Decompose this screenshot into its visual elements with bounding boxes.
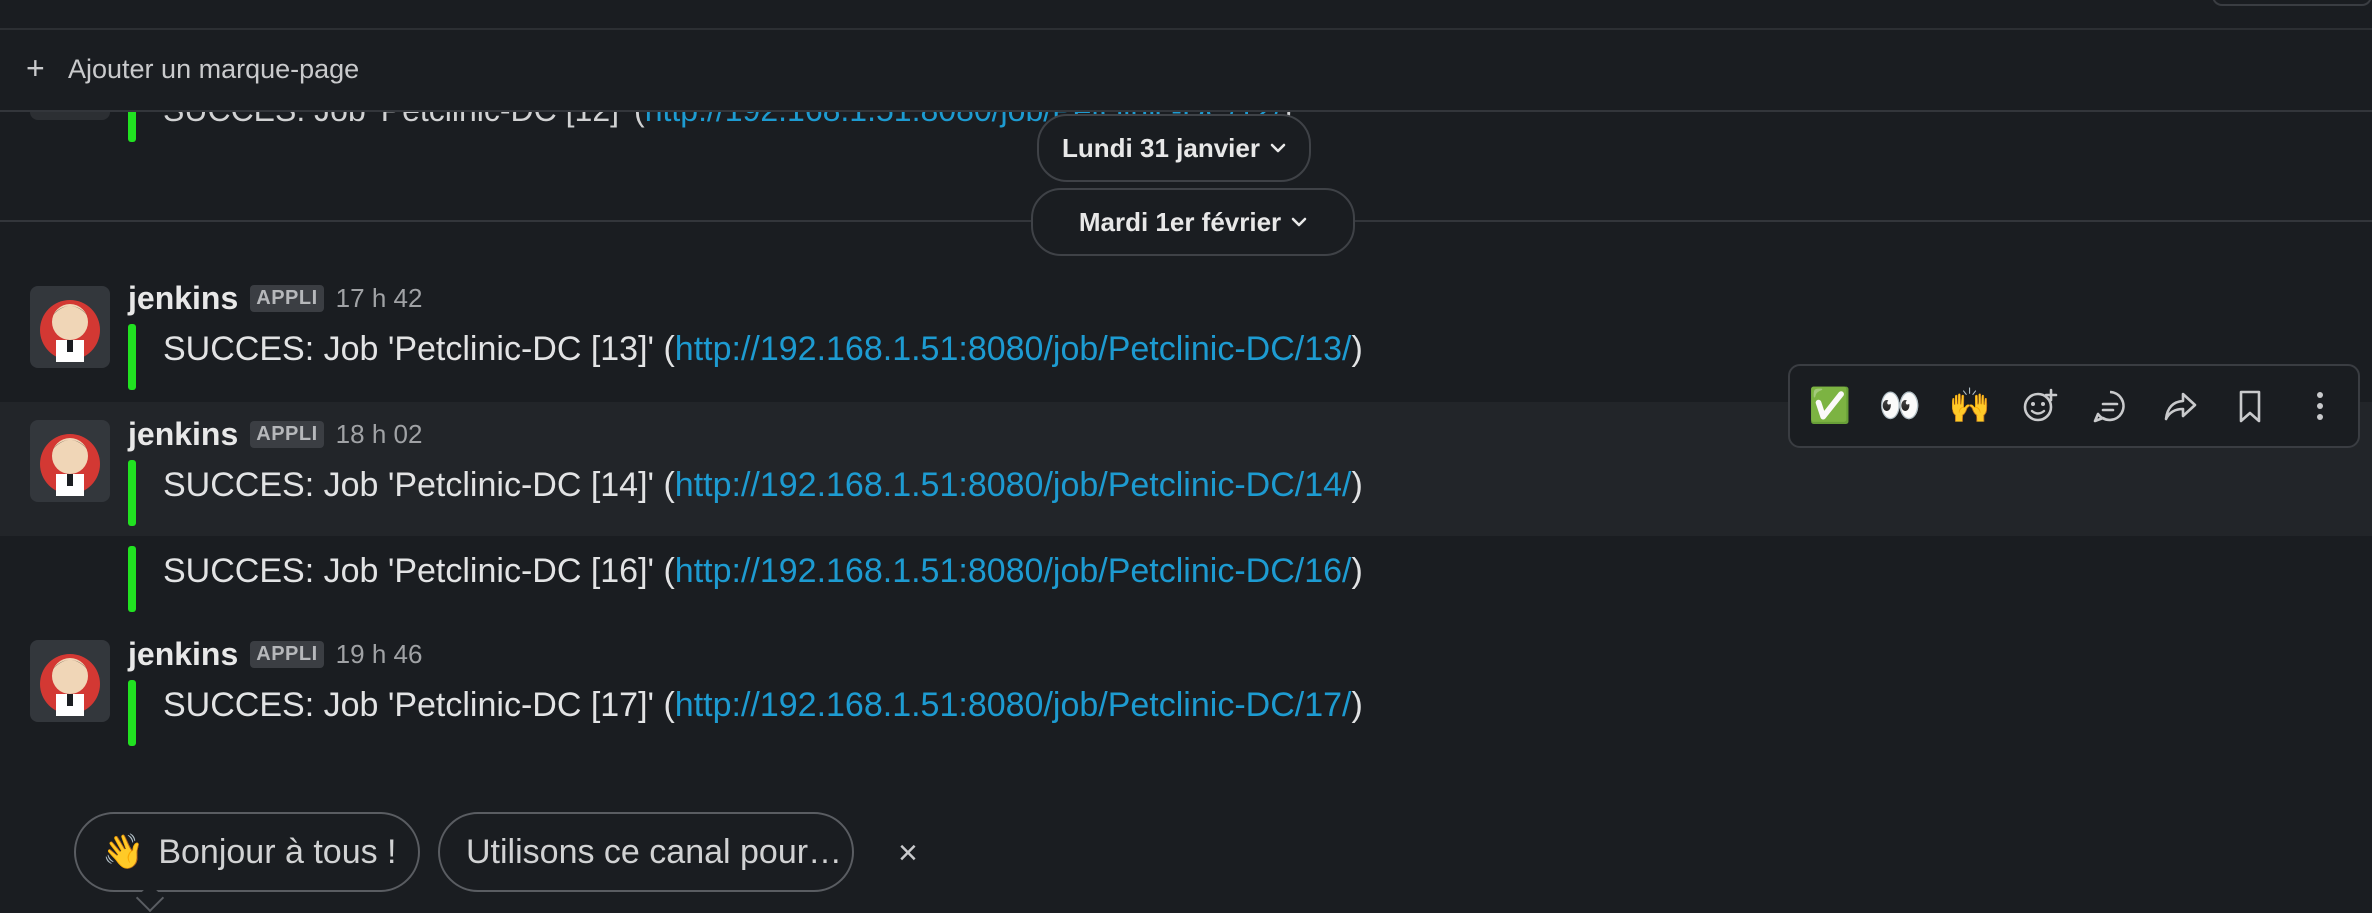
add-reaction-button[interactable] <box>2012 378 2068 434</box>
jenkins-avatar-icon <box>40 300 100 362</box>
react-eyes-button[interactable]: 👀 <box>1872 378 1928 434</box>
message-prefix: SUCCES: Job 'Petclinic-DC [17]' ( <box>163 686 675 724</box>
username[interactable]: jenkins <box>128 280 238 317</box>
message-header: jenkins APPLI 19 h 46 <box>128 636 422 673</box>
message-link[interactable]: http://192.168.1.51:8080/job/Petclinic-D… <box>675 552 1352 590</box>
add-bookmark-button[interactable]: Ajouter un marque-page <box>68 54 359 85</box>
app-badge: APPLI <box>250 285 324 312</box>
message-prefix: SUCCES: Job 'Petclinic-DC [13]' ( <box>163 330 675 368</box>
message-text: SUCCES: Job 'Petclinic-DC [14]' (http://… <box>163 466 1363 505</box>
message-text: SUCCES: Job 'Petclinic-DC [13]' (http://… <box>163 330 1363 369</box>
timestamp[interactable]: 17 h 42 <box>336 283 423 314</box>
message-link[interactable]: http://192.168.1.51:8080/job/Petclinic-D… <box>675 330 1352 368</box>
date-divider-tuesday[interactable]: Mardi 1er février <box>1031 188 1355 256</box>
date-label: Mardi 1er février <box>1078 206 1282 237</box>
message-suffix: ) <box>1351 686 1363 724</box>
message-link[interactable]: http://192.168.1.51:8080/job/Petclinic-D… <box>675 466 1352 504</box>
more-actions-button[interactable] <box>2292 378 2348 434</box>
more-vertical-icon <box>2317 392 2323 420</box>
message-prefix: SUCCES: Job 'Petclinic-DC [14]' ( <box>163 466 675 504</box>
top-corner-frame <box>2212 0 2372 6</box>
share-icon <box>2164 392 2197 421</box>
react-check-button[interactable]: ✅ <box>1802 378 1858 434</box>
success-bar <box>128 324 136 390</box>
thread-icon <box>2093 390 2125 423</box>
emoji-add-icon <box>2023 388 2058 422</box>
date-divider-monday[interactable]: Lundi 31 janvier <box>1037 114 1311 182</box>
message-text: SUCCES: Job 'Petclinic-DC [16]' (http://… <box>163 552 1363 591</box>
success-bar <box>128 680 136 746</box>
save-button[interactable] <box>2222 378 2278 434</box>
message-header: jenkins APPLI 17 h 42 <box>128 280 422 317</box>
bookmark-icon <box>2239 390 2261 423</box>
eyes-icon: 👀 <box>1878 387 1922 425</box>
raised-hands-icon: 🙌 <box>1948 387 1992 425</box>
message-suffix: ) <box>1351 552 1363 590</box>
timestamp[interactable]: 19 h 46 <box>336 639 423 670</box>
suggestion-chip-channel[interactable]: Utilisons ce canal pour… <box>438 812 854 892</box>
react-raised-hands-button[interactable]: 🙌 <box>1942 378 1998 434</box>
message-text: SUCCES: Job 'Petclinic-DC [17]' (http://… <box>163 686 1363 725</box>
date-label: Lundi 31 janvier <box>1062 132 1260 163</box>
message-suffix: ) <box>1351 466 1363 504</box>
message-prefix: SUCCES: Job 'Petclinic-DC [16]' ( <box>163 552 675 590</box>
username[interactable]: jenkins <box>128 416 238 453</box>
avatar[interactable] <box>30 286 110 368</box>
message-link[interactable]: http://192.168.1.51:8080/job/Petclinic-D… <box>675 686 1352 724</box>
timestamp[interactable]: 18 h 02 <box>336 419 423 450</box>
app-badge: APPLI <box>250 421 324 448</box>
username[interactable]: jenkins <box>128 636 238 673</box>
plus-icon[interactable]: + <box>26 52 45 84</box>
success-bar <box>128 460 136 526</box>
close-icon[interactable]: × <box>898 834 918 873</box>
suggestion-chip-hello[interactable]: 👋 Bonjour à tous ! <box>74 812 420 892</box>
share-button[interactable] <box>2152 378 2208 434</box>
suggestion-label: Bonjour à tous ! <box>158 832 397 871</box>
reply-thread-button[interactable] <box>2082 378 2138 434</box>
message-actions-toolbar: ✅ 👀 🙌 <box>1788 364 2360 448</box>
avatar[interactable] <box>30 420 110 502</box>
jenkins-avatar-icon <box>40 654 100 716</box>
message-header: jenkins APPLI 18 h 02 <box>128 416 422 453</box>
message-suffix: ) <box>1351 330 1363 368</box>
avatar[interactable] <box>30 640 110 722</box>
waving-hand-icon: 👋 <box>102 833 145 871</box>
success-bar <box>128 546 136 612</box>
chevron-down-icon <box>1270 138 1286 159</box>
app-badge: APPLI <box>250 641 324 668</box>
check-mark-icon: ✅ <box>1808 387 1852 425</box>
suggestion-label: Utilisons ce canal pour… <box>466 832 843 871</box>
jenkins-avatar-icon <box>40 434 100 496</box>
chevron-down-icon <box>1291 212 1307 233</box>
